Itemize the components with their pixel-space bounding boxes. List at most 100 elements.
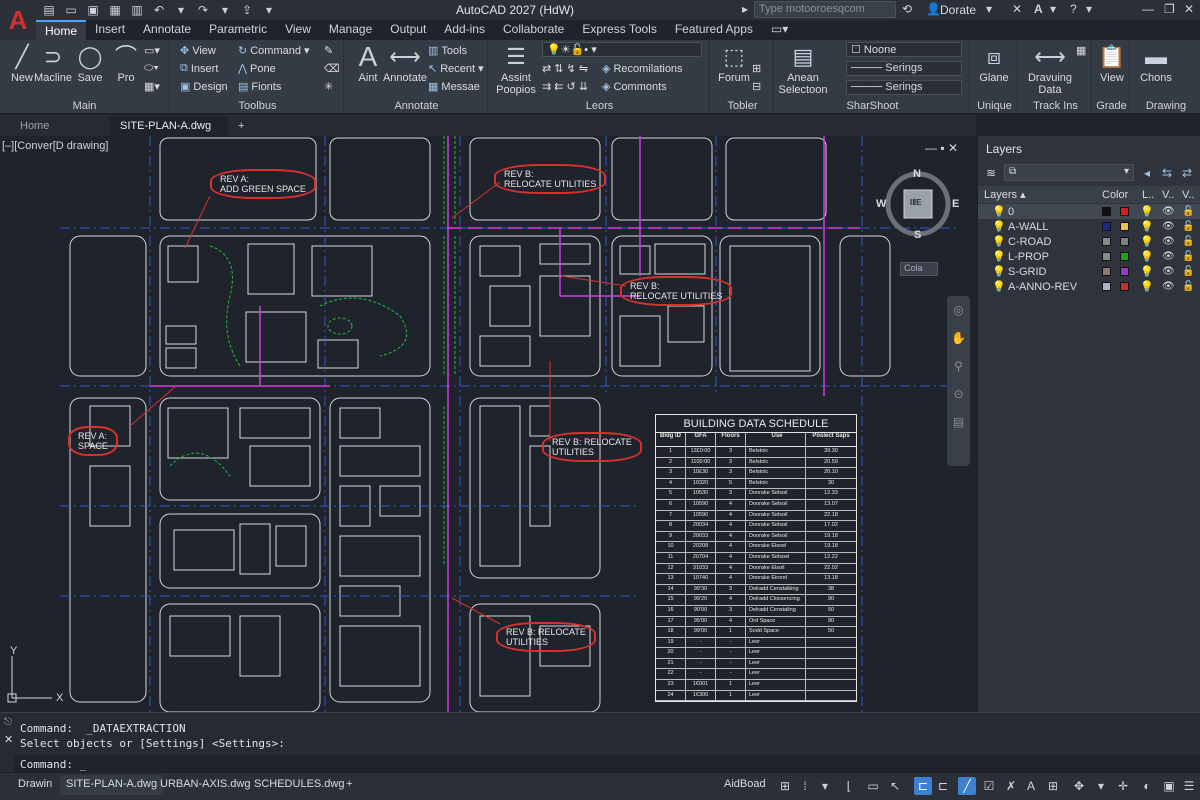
tab-output[interactable]: Output xyxy=(381,20,435,40)
layer-color-swatch[interactable] xyxy=(1120,267,1129,276)
snap-icon[interactable]: ⁞ xyxy=(796,777,814,795)
undo-dropdown-icon[interactable]: ▾ xyxy=(172,2,190,18)
layout-tab-urban-axis[interactable]: URBAN-AXIS.dwg xyxy=(154,775,256,795)
layer-visible-icon[interactable]: 👁 xyxy=(1162,251,1175,262)
layer-color-swatch[interactable] xyxy=(1102,222,1111,231)
layer-visible-icon[interactable]: 👁 xyxy=(1162,266,1175,277)
layer-visible-icon[interactable]: 👁 xyxy=(1162,236,1175,247)
viewport-minimize-icon[interactable]: — xyxy=(925,141,937,155)
layers-col-viewport[interactable]: V.. xyxy=(1182,189,1194,201)
pencil-icon[interactable]: ✎ xyxy=(324,44,333,57)
dynamic-input-icon[interactable]: ▭ xyxy=(864,777,882,795)
recent-button[interactable]: ↖ Recent ▾ xyxy=(428,62,484,76)
layer-on-icon[interactable]: 💡 xyxy=(992,250,1006,263)
layers-col-name[interactable]: Layers ▴ xyxy=(984,188,1026,201)
layer-color-swatch[interactable] xyxy=(1102,207,1111,216)
table-row[interactable]: 19- - Leer xyxy=(656,637,856,649)
message-button[interactable]: ▦ Messae xyxy=(428,80,480,94)
table-row[interactable]: 11 20704 4 Doorake Selsoel 12.22 xyxy=(656,552,856,564)
viewport-restore-icon[interactable]: ▪ xyxy=(940,141,944,155)
layer-row[interactable]: 💡 S-GRID 💡 👁 🔓 xyxy=(978,264,1200,279)
layer-on-icon[interactable]: 💡 xyxy=(992,220,1006,233)
linetype-dropdown[interactable]: ──── Serings xyxy=(846,61,962,76)
viewcube[interactable]: N S E W IⅡE xyxy=(876,166,959,242)
lineweight-dropdown[interactable]: ──── Serings xyxy=(846,80,962,95)
tab-annotate[interactable]: Annotate xyxy=(134,20,200,40)
layers-col-color[interactable]: Color xyxy=(1102,189,1128,201)
tab-addins[interactable]: Add-ins xyxy=(435,20,494,40)
design-button[interactable]: ▣ Design xyxy=(180,80,228,94)
layer-color-swatch[interactable] xyxy=(1120,282,1129,291)
user-icon[interactable]: 👤 xyxy=(926,2,941,16)
layer-tools-row-1[interactable]: ⇄ ⇅ ↯ ⇋ xyxy=(542,62,588,75)
layer-row[interactable]: 💡 L-PROP 💡 👁 🔓 xyxy=(978,249,1200,264)
layer-color-swatch[interactable] xyxy=(1102,237,1111,246)
polar-icon[interactable]: ↖ xyxy=(886,777,904,795)
layer-lock-icon[interactable]: 🔓 xyxy=(1182,206,1194,217)
layer-on-icon[interactable]: 💡 xyxy=(992,205,1006,218)
table-row[interactable]: 17 95'00 4 Ord Space 90 xyxy=(656,616,856,628)
table-row[interactable]: 12 31033 4 Doorake Elsoil 22.02 xyxy=(656,563,856,575)
layer-color-swatch[interactable] xyxy=(1120,237,1129,246)
infer-icon[interactable]: ⌊ xyxy=(840,777,858,795)
exchange-icon[interactable]: ✕ xyxy=(1012,2,1022,16)
new-tab-icon[interactable]: + xyxy=(228,117,254,136)
wcs-menu[interactable]: Cola xyxy=(900,262,938,276)
block-attr-icon[interactable]: ⊟ xyxy=(752,80,761,93)
print-icon[interactable]: ▥ xyxy=(128,2,146,18)
tab-insert[interactable]: Insert xyxy=(86,20,134,40)
calculator-icon[interactable]: ▦ xyxy=(1076,44,1086,57)
transparency-icon[interactable]: ☑ xyxy=(980,777,998,795)
model-space-button[interactable]: AidBoad xyxy=(718,775,772,795)
viewport-label[interactable]: [–][Conver[D drawing] xyxy=(2,140,108,152)
view-clipboard-button[interactable]: 📋 View xyxy=(1090,42,1134,85)
tools-button[interactable]: ▥ Tools xyxy=(428,44,467,58)
insert-button[interactable]: ⧉ Insert xyxy=(180,62,218,75)
close-icon[interactable]: ✕ xyxy=(1184,2,1194,16)
table-row[interactable]: 10 20208 4 Doorake Elsoel 19.18 xyxy=(656,542,856,553)
tab-collaborate[interactable]: Collaborate xyxy=(494,20,573,40)
drawing-data-button[interactable]: ⟷ Dravuing Data xyxy=(1024,42,1076,97)
new-file-icon[interactable]: ▤ xyxy=(40,2,58,18)
table-row[interactable]: 16 90'00 3 Delradd Censtaling 50 xyxy=(656,605,856,617)
layer-on-icon[interactable]: 💡 xyxy=(992,280,1006,293)
viewport-close-icon[interactable]: ✕ xyxy=(948,141,958,155)
layout-tab-site-plan[interactable]: SITE-PLAN-A.dwg xyxy=(60,775,164,795)
layer-lock-icon[interactable]: 🔓 xyxy=(1182,281,1194,292)
table-row[interactable]: 6 10590 4 Doorake Selsoil 13.07 xyxy=(656,499,856,511)
annotate-button[interactable]: ⟷ Annotate xyxy=(380,42,430,85)
view-button[interactable]: ✥ View xyxy=(180,44,216,58)
drawing-viewport[interactable]: [–][Conver[D drawing] — ▪ ✕ Y X REV A: A… xyxy=(0,136,976,712)
help-dropdown-icon[interactable]: ▾ xyxy=(1086,2,1092,16)
layer-on-icon[interactable]: 💡 xyxy=(992,235,1006,248)
selection-cycling-icon[interactable]: ✗ xyxy=(1002,777,1020,795)
command-window-close-icon[interactable]: ✕ xyxy=(4,733,13,746)
table-row[interactable]: 22- - Leer xyxy=(656,669,856,681)
compass-east[interactable]: E xyxy=(952,198,959,210)
table-row[interactable]: 7 10590 4 Doorake Selsoil 22.18 xyxy=(656,510,856,522)
table-row[interactable]: 14 99'30 3 Delradd Censtalking 38 xyxy=(656,584,856,596)
layer-visible-icon[interactable]: 👁 xyxy=(1162,221,1175,232)
rectangle-icon[interactable]: ▭▾ xyxy=(144,44,160,57)
table-row[interactable]: 3 10£30 3 Belstolc 20.10 xyxy=(656,468,856,479)
fionts-button[interactable]: ▤ Fionts xyxy=(238,80,281,94)
layers-col-lock[interactable]: L.. xyxy=(1142,189,1154,201)
table-row[interactable]: 1 12£0:00 3 Belstoic 39.30 xyxy=(656,447,856,458)
customize-qat-icon[interactable]: ▾ xyxy=(260,2,278,18)
anean-button[interactable]: ▤ Anean Selectoon xyxy=(778,42,828,97)
search-input[interactable]: Type motooroesqcom xyxy=(754,1,896,18)
layer-color-swatch[interactable] xyxy=(1102,252,1111,261)
layer-color-swatch[interactable] xyxy=(1120,252,1129,261)
layout-tab-schedules[interactable]: SCHEDULES.dwg xyxy=(248,775,350,795)
layer-row[interactable]: 💡 C-ROAD 💡 👁 🔓 xyxy=(978,234,1200,249)
viewcube-face[interactable]: IⅡE xyxy=(910,198,922,207)
tab-manage[interactable]: Manage xyxy=(320,20,381,40)
user-name[interactable]: Dorate xyxy=(940,3,976,17)
recommendations-button[interactable]: ◈ Recomilations xyxy=(602,62,683,76)
redo-dropdown-icon[interactable]: ▾ xyxy=(216,2,234,18)
tab-more-icon[interactable]: ▭▾ xyxy=(762,20,797,40)
layer-row[interactable]: 💡 0 💡 👁 🔓 xyxy=(978,204,1200,219)
account-sync-icon[interactable]: ⟲ xyxy=(902,2,912,16)
layer-match-icon[interactable]: ⇆ xyxy=(1162,166,1172,180)
command-button[interactable]: ↻ Command ▾ xyxy=(238,44,310,58)
